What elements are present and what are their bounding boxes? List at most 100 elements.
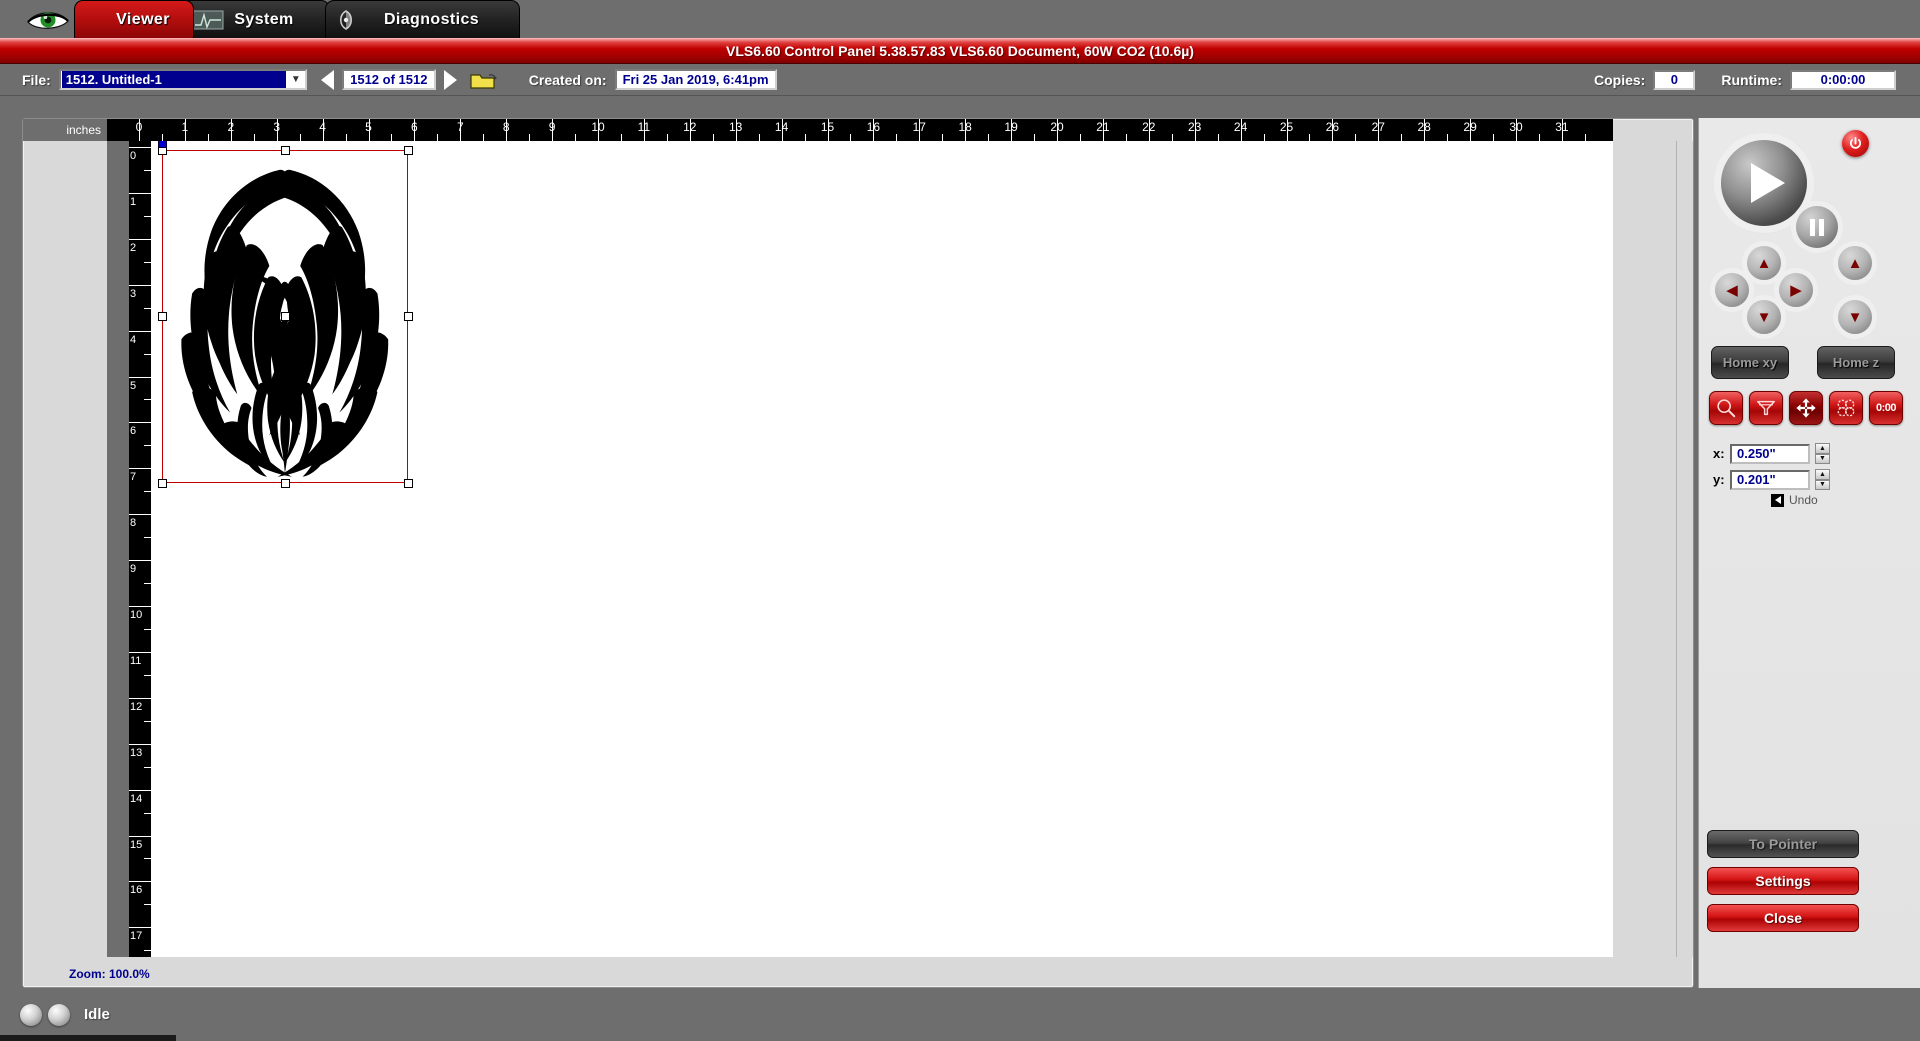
ruler-tick bbox=[129, 376, 151, 378]
y-stepper-down[interactable]: ▼ bbox=[1815, 479, 1830, 490]
x-coordinate-row: x: 0.250" ▲ ▼ bbox=[1713, 443, 1830, 464]
ruler-tick bbox=[129, 881, 151, 883]
ruler-tick-label: 1 bbox=[181, 120, 189, 134]
ruler-tick-label: 27 bbox=[1371, 120, 1385, 134]
ruler-tick-label: 3 bbox=[273, 120, 281, 134]
viewer-workspace: inches 0 1 2 3 4 5 6 7 8 9 10 11 12 13 14 15 16 17 18 19 20 2… bbox=[22, 118, 1694, 988]
z-up-button[interactable]: ▲ bbox=[1838, 246, 1872, 280]
resize-handle[interactable] bbox=[157, 478, 167, 488]
y-stepper[interactable]: ▲ ▼ bbox=[1815, 469, 1830, 490]
ruler-tick-label: 4 bbox=[130, 333, 137, 346]
tab-system[interactable]: System bbox=[180, 0, 330, 38]
next-file-button[interactable] bbox=[443, 69, 457, 90]
focus-tool-button[interactable] bbox=[1749, 391, 1783, 425]
ruler-tick-label: 5 bbox=[365, 120, 372, 134]
gauge-icon bbox=[339, 10, 353, 30]
move-tool-button[interactable] bbox=[1789, 391, 1823, 425]
resize-handle[interactable] bbox=[157, 312, 167, 322]
x-stepper-up[interactable]: ▲ bbox=[1815, 443, 1830, 454]
resize-handle[interactable] bbox=[403, 312, 413, 322]
vertical-ruler: 0 1 2 3 4 5 6 7 8 9 10 11 12 13 14 15 16 17 bbox=[129, 141, 151, 957]
tab-diagnostics[interactable]: Diagnostics bbox=[325, 0, 520, 38]
ruler-tick bbox=[129, 468, 151, 470]
jog-up-button[interactable]: ▲ bbox=[1747, 246, 1781, 280]
ruler-tick-minor bbox=[144, 583, 151, 585]
tab-bar: System Diagnostics Viewer bbox=[0, 0, 1920, 38]
ruler-tick-label: 26 bbox=[1325, 120, 1340, 134]
magnifier-icon bbox=[1717, 399, 1736, 418]
x-stepper[interactable]: ▲ ▼ bbox=[1815, 443, 1830, 464]
ruler-tick-minor bbox=[483, 134, 485, 141]
power-button[interactable] bbox=[1842, 130, 1869, 157]
ruler-tick bbox=[129, 284, 151, 286]
window-title: VLS6.60 Control Panel 5.38.57.83 VLS6.60… bbox=[726, 43, 1194, 59]
resize-handle[interactable] bbox=[403, 478, 413, 488]
ruler-tick-label: 17 bbox=[912, 120, 926, 134]
home-z-button[interactable]: Home z bbox=[1817, 346, 1895, 379]
resize-handle[interactable] bbox=[280, 145, 290, 155]
resize-handle[interactable] bbox=[403, 145, 413, 155]
ruler-tick-label: 25 bbox=[1279, 120, 1294, 134]
ruler-tick-label: 15 bbox=[130, 838, 143, 851]
ruler-tick-label: 29 bbox=[1463, 120, 1477, 134]
origin-anchor-marker[interactable] bbox=[157, 141, 167, 149]
resize-handle[interactable] bbox=[280, 312, 290, 322]
close-button[interactable]: Close bbox=[1707, 904, 1859, 932]
ruler-tick-label: 30 bbox=[1509, 120, 1523, 134]
design-canvas[interactable] bbox=[151, 141, 1613, 957]
runtime-value: 0:00:00 bbox=[1790, 69, 1896, 90]
copies-value[interactable]: 0 bbox=[1653, 69, 1696, 90]
ruler-tick-minor bbox=[1584, 134, 1586, 141]
y-input[interactable]: 0.201" bbox=[1730, 469, 1810, 490]
ruler-tick-label: 24 bbox=[1233, 120, 1248, 134]
vertical-scrollbar[interactable] bbox=[1676, 141, 1693, 957]
jog-right-button[interactable]: ▶ bbox=[1779, 273, 1813, 307]
zoom-tool-button[interactable] bbox=[1709, 391, 1743, 425]
previous-file-button[interactable] bbox=[320, 69, 334, 90]
ruler-tick bbox=[129, 147, 151, 148]
ruler-tick bbox=[129, 743, 151, 745]
to-pointer-button[interactable]: To Pointer bbox=[1707, 830, 1859, 858]
ruler-tick-minor bbox=[620, 134, 622, 141]
z-down-button[interactable]: ▼ bbox=[1838, 300, 1872, 334]
pause-button[interactable] bbox=[1796, 206, 1838, 248]
ruler-tick bbox=[129, 560, 151, 562]
estimate-tool-button[interactable]: 0:00 bbox=[1869, 391, 1903, 425]
y-label: y: bbox=[1713, 472, 1725, 487]
settings-button[interactable]: Settings bbox=[1707, 867, 1859, 895]
jog-left-button[interactable]: ◀ bbox=[1715, 273, 1749, 307]
start-button[interactable] bbox=[1721, 140, 1807, 226]
ruler-tick-label: 14 bbox=[774, 120, 789, 134]
y-stepper-up[interactable]: ▲ bbox=[1815, 469, 1830, 480]
ruler-tick-label: 13 bbox=[729, 120, 743, 134]
ruler-tick-label: 2 bbox=[130, 241, 137, 254]
copies-label: Copies: bbox=[1593, 71, 1646, 88]
ruler-tick-minor bbox=[144, 353, 151, 355]
jog-down-button[interactable]: ▼ bbox=[1747, 300, 1781, 334]
chevron-down-icon[interactable]: ▼ bbox=[286, 71, 305, 88]
open-folder-icon[interactable] bbox=[469, 68, 499, 92]
ruler-tick-minor bbox=[712, 134, 714, 141]
ruler-tick-minor bbox=[666, 134, 668, 141]
ruler-tick-label: 14 bbox=[130, 792, 143, 805]
ruler-tick-minor bbox=[144, 720, 151, 722]
undo-button[interactable]: Undo bbox=[1771, 493, 1818, 507]
home-xy-button[interactable]: Home xy bbox=[1711, 346, 1789, 379]
x-input[interactable]: 0.250" bbox=[1730, 443, 1810, 464]
ruler-tick-label: 11 bbox=[130, 654, 142, 667]
ruler-tick-minor bbox=[144, 261, 151, 263]
tab-viewer-label: Viewer bbox=[116, 10, 170, 28]
ruler-tick-minor bbox=[575, 134, 577, 141]
x-stepper-down[interactable]: ▼ bbox=[1815, 453, 1830, 464]
ruler-tick bbox=[129, 651, 151, 653]
status-bar: Idle bbox=[0, 988, 1920, 1041]
ruler-tick-minor bbox=[144, 445, 151, 447]
file-select[interactable]: 1512. Untitled-1 ▼ bbox=[58, 69, 307, 90]
tab-viewer[interactable]: Viewer bbox=[74, 0, 194, 38]
ruler-tick-minor bbox=[1125, 134, 1127, 141]
duplicate-tool-button[interactable] bbox=[1829, 391, 1863, 425]
created-value: Fri 25 Jan 2019, 6:41pm bbox=[614, 69, 777, 90]
duplicate-icon bbox=[1837, 399, 1855, 417]
resize-handle[interactable] bbox=[280, 478, 290, 488]
ruler-tick-label: 9 bbox=[130, 563, 137, 576]
